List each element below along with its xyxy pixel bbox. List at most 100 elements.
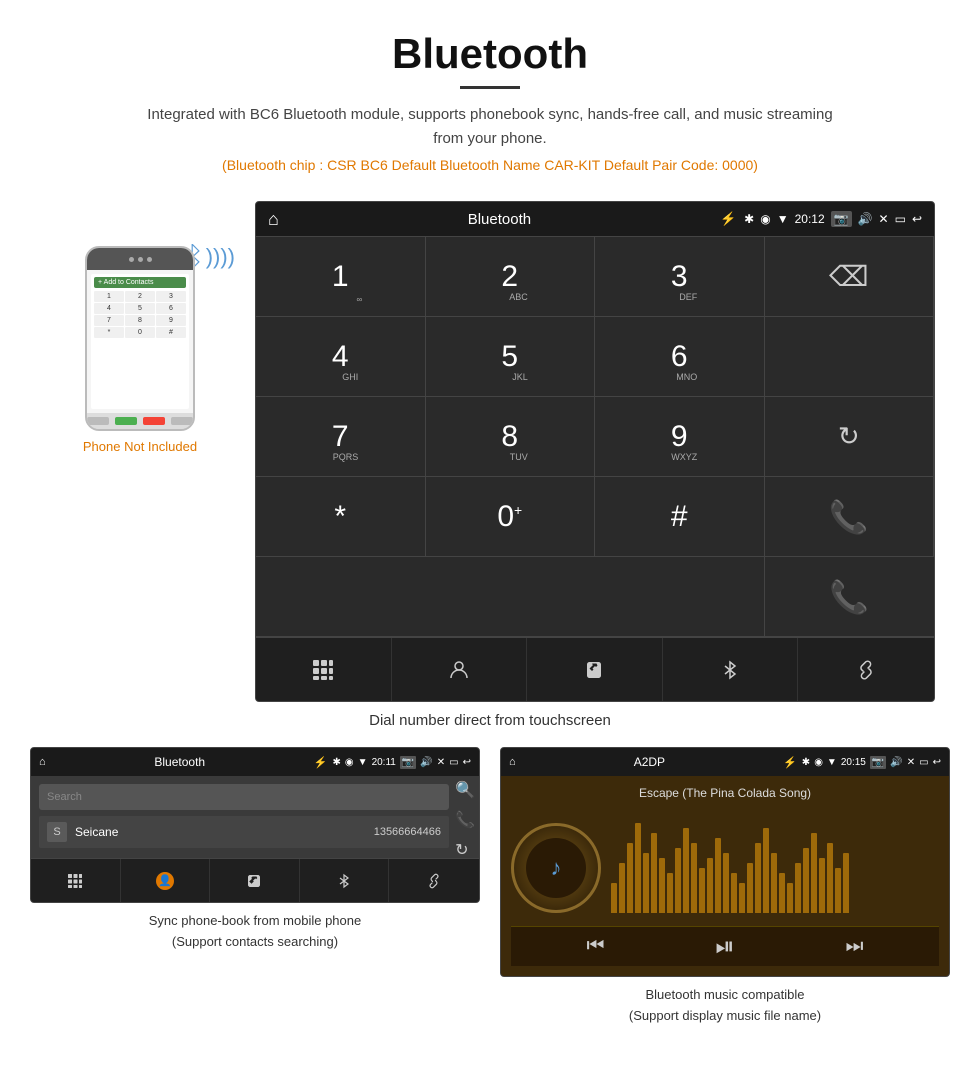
contact-row[interactable]: S Seicane 13566664466	[39, 816, 449, 848]
dial-key-7[interactable]: 7 PQRS	[256, 397, 426, 477]
search-placeholder: Search	[47, 791, 82, 803]
eq-bar	[747, 863, 753, 913]
music-note-icon: ♪	[551, 855, 562, 881]
user-icon-filled: 👤	[156, 872, 174, 890]
bottom-bar-contacts[interactable]	[392, 638, 528, 701]
dial-key-star[interactable]: *	[256, 477, 426, 557]
equalizer	[611, 823, 939, 913]
bluetooth-icon	[719, 659, 741, 681]
digit-7: 7	[332, 420, 349, 454]
phone-key: 8	[125, 315, 155, 326]
music-screen: ⌂ A2DP ⚡ ✱ ◉ ▼ 20:15 📷 🔊 ✕ ▭ ↩ Escape (T…	[500, 747, 950, 977]
eq-bar	[827, 843, 833, 913]
dial-key-5[interactable]: 5 JKL	[426, 317, 596, 397]
sub-7: PQRS	[333, 452, 359, 462]
eq-bar	[755, 843, 761, 913]
ms-sig-icon: ▼	[827, 757, 837, 768]
dial-key-2[interactable]: 2 ABC	[426, 237, 596, 317]
status-right: ✱ ◉ ▼ 20:12 📷 🔊 ✕ ▭ ↩	[744, 211, 922, 227]
pb-bottom-user[interactable]: 👤	[121, 859, 211, 902]
eq-bar	[771, 853, 777, 913]
eq-bar	[803, 848, 809, 913]
pb-bottom-link[interactable]	[389, 859, 479, 902]
home-icon[interactable]: ⌂	[268, 209, 279, 230]
dial-bottom-bar	[256, 637, 934, 701]
digit-star: *	[334, 500, 346, 534]
music-body: Escape (The Pina Colada Song) ♪ ⏮ ⏯ ⏭	[501, 776, 949, 976]
music-status-bar: ⌂ A2DP ⚡ ✱ ◉ ▼ 20:15 📷 🔊 ✕ ▭ ↩	[501, 748, 949, 776]
dial-key-hash[interactable]: #	[595, 477, 765, 557]
bottom-bar-link[interactable]	[798, 638, 934, 701]
eq-bar	[651, 833, 657, 913]
location-status-icon: ◉	[760, 212, 770, 226]
eq-bar	[723, 853, 729, 913]
search-bar[interactable]: Search	[39, 784, 449, 810]
phone-frame: + Add to Contacts 1 2 3 4 5 6 7 8 9 *	[85, 246, 195, 431]
pb-bottom-phone[interactable]	[210, 859, 300, 902]
play-pause-button[interactable]: ⏯	[715, 933, 734, 961]
dial-key-empty-2	[765, 317, 935, 397]
pb-bt-icon	[336, 873, 352, 889]
grid-icon	[312, 659, 334, 681]
dial-key-0[interactable]: 0+	[426, 477, 596, 557]
dial-key-8[interactable]: 8 TUV	[426, 397, 596, 477]
sub-2: ABC	[509, 292, 528, 302]
eq-bar	[811, 833, 817, 913]
call-side-icon[interactable]: 📞	[455, 810, 475, 830]
bottom-screens: ⌂ Bluetooth ⚡ ✱ ◉ ▼ 20:11 📷 🔊 ✕ ▭ ↩	[0, 747, 980, 1027]
link-icon	[855, 659, 877, 681]
pb-back-icon: ↩	[463, 757, 471, 768]
next-button[interactable]: ⏭	[846, 935, 864, 958]
bottom-bar-phone[interactable]	[527, 638, 663, 701]
sub-5: JKL	[512, 372, 528, 382]
backspace-icon: ⌫	[829, 260, 869, 293]
dial-key-call-red[interactable]: 📞	[765, 557, 935, 637]
call-green-icon: 📞	[829, 498, 869, 536]
pb-bottom-grid[interactable]	[31, 859, 121, 902]
phone-screen-inner: + Add to Contacts 1 2 3 4 5 6 7 8 9 *	[91, 274, 189, 409]
phonebook-caption: Sync phone-book from mobile phone(Suppor…	[149, 911, 361, 953]
album-art: ♪	[511, 823, 601, 913]
dial-key-6[interactable]: 6 MNO	[595, 317, 765, 397]
dial-key-backspace[interactable]: ⌫	[765, 237, 935, 317]
dial-key-3[interactable]: 3 DEF	[595, 237, 765, 317]
ms-back-icon: ↩	[933, 757, 941, 768]
phonebook-screen: ⌂ Bluetooth ⚡ ✱ ◉ ▼ 20:11 📷 🔊 ✕ ▭ ↩	[30, 747, 480, 903]
eq-bar	[627, 843, 633, 913]
eq-bar	[635, 823, 641, 913]
ms-home-icon[interactable]: ⌂	[509, 756, 516, 768]
dial-key-call-green[interactable]: 📞	[765, 477, 935, 557]
bottom-bar-bluetooth[interactable]	[663, 638, 799, 701]
digit-2: 2	[501, 260, 518, 294]
dial-key-4[interactable]: 4 GHI	[256, 317, 426, 397]
digit-9: 9	[671, 420, 688, 454]
bottom-bar-grid[interactable]	[256, 638, 392, 701]
dial-screen: ⌂ Bluetooth ⚡ ✱ ◉ ▼ 20:12 📷 🔊 ✕ ▭ ↩ 1 ∞	[255, 201, 935, 702]
usb-icon: ⚡	[720, 211, 736, 227]
pb-win-icon: ▭	[449, 757, 458, 768]
pb-home-icon[interactable]: ⌂	[39, 756, 46, 768]
eq-bar	[835, 868, 841, 913]
reload-icon: ↻	[838, 421, 860, 452]
phone-not-included: Phone Not Included	[83, 439, 197, 454]
sub-6: MNO	[676, 372, 697, 382]
pb-bottom-bt[interactable]	[300, 859, 390, 902]
dial-key-1[interactable]: 1 ∞	[256, 237, 426, 317]
search-side-icon[interactable]: 🔍	[455, 780, 475, 800]
dial-key-empty-5a	[256, 557, 765, 637]
phonebook-block: ⌂ Bluetooth ⚡ ✱ ◉ ▼ 20:11 📷 🔊 ✕ ▭ ↩	[30, 747, 480, 1027]
refresh-side-icon[interactable]: ↻	[455, 840, 475, 860]
eq-bar	[787, 883, 793, 913]
pb-link-icon	[426, 873, 442, 889]
digit-1: 1	[332, 260, 349, 294]
phone-top-bar	[87, 248, 193, 270]
eq-bar	[819, 858, 825, 913]
pb-cam-icon: 📷	[400, 756, 416, 769]
dial-grid: 1 ∞ 2 ABC 3 DEF ⌫ 4 GHI 5 JKL	[256, 236, 934, 637]
ms-title: A2DP	[521, 755, 778, 769]
dial-key-9[interactable]: 9 WXYZ	[595, 397, 765, 477]
phone-key: 2	[125, 291, 155, 302]
prev-button[interactable]: ⏮	[586, 935, 604, 958]
dial-key-reload[interactable]: ↻	[765, 397, 935, 477]
digit-hash: #	[671, 500, 688, 534]
